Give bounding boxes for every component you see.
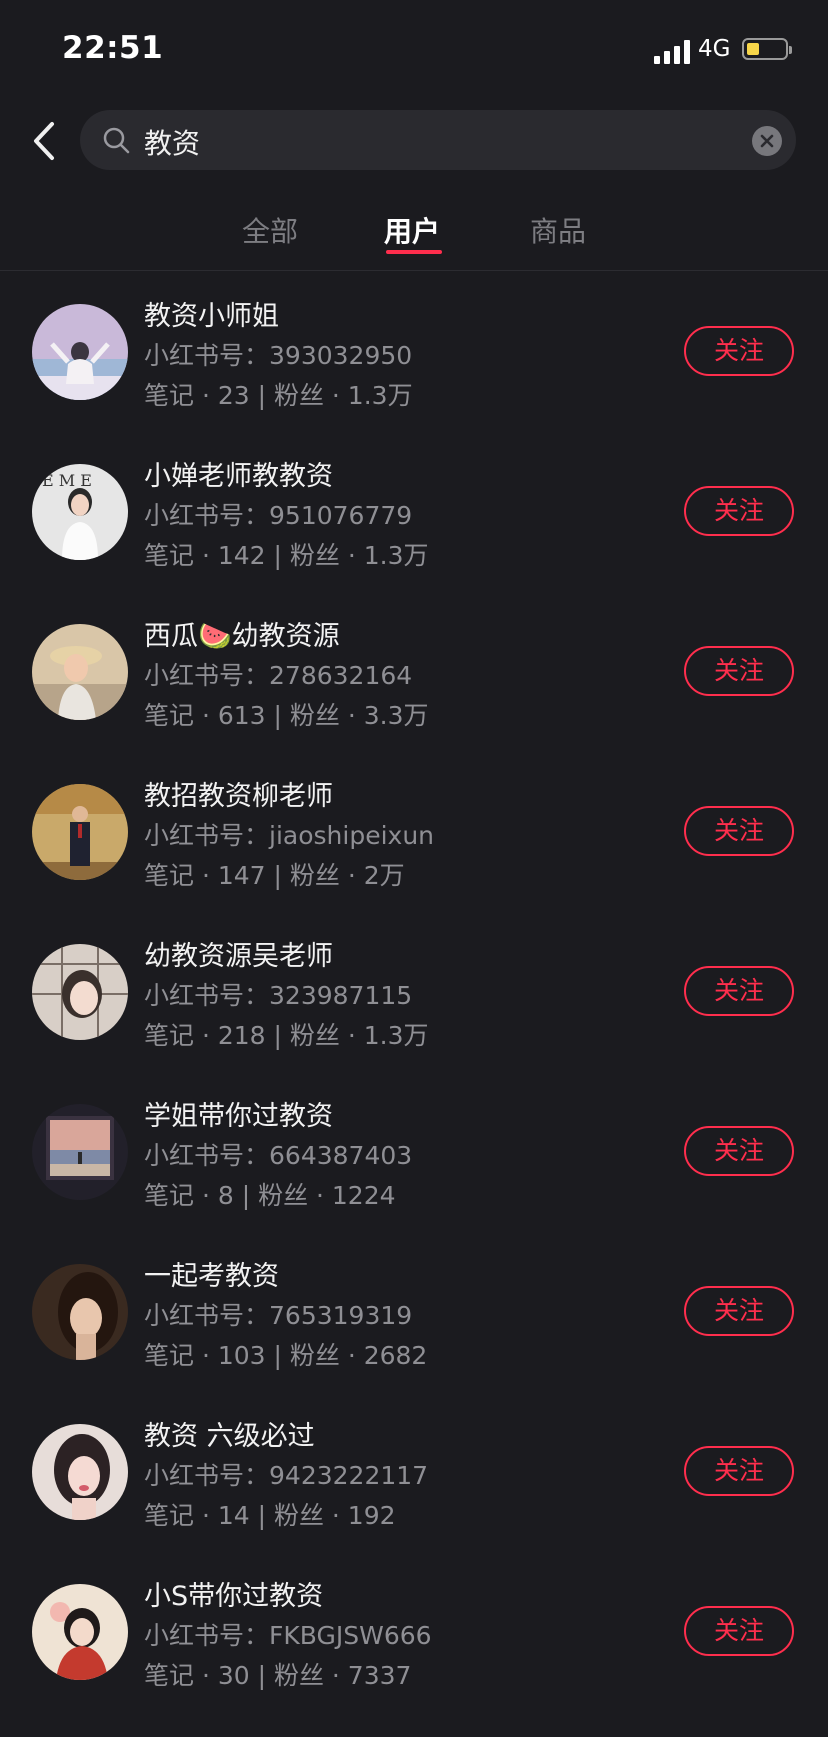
follow-button[interactable]: 关注 (684, 806, 794, 856)
avatar[interactable] (32, 1424, 128, 1520)
user-name: 教资小师姐 (144, 301, 279, 332)
active-tab-indicator (386, 250, 442, 254)
follow-button[interactable]: 关注 (684, 1286, 794, 1336)
network-type: 4G (698, 36, 731, 62)
svg-text:E M E: E M E (42, 471, 92, 490)
avatar[interactable]: E M E (32, 464, 128, 560)
user-stats: 笔记 · 218 | 粉丝 · 1.3万 (144, 1021, 429, 1050)
user-id-line: 小红书号：393032950 (144, 341, 413, 370)
user-name: 小S带你过教资 (144, 1581, 324, 1612)
user-name: 一起考教资 (144, 1261, 279, 1292)
signal-icon (654, 40, 690, 64)
user-list: 教资小师姐 小红书号：393032950 笔记 · 23 | 粉丝 · 1.3万… (0, 272, 828, 1712)
user-stats: 笔记 · 23 | 粉丝 · 1.3万 (144, 381, 413, 410)
user-stats: 笔记 · 147 | 粉丝 · 2万 (144, 861, 405, 890)
avatar[interactable] (32, 944, 128, 1040)
avatar[interactable] (32, 1264, 128, 1360)
user-row[interactable]: 幼教资源吴老师 小红书号：323987115 笔记 · 218 | 粉丝 · 1… (0, 912, 828, 1072)
user-stats: 笔记 · 14 | 粉丝 · 192 (144, 1501, 396, 1530)
user-stats: 笔记 · 103 | 粉丝 · 2682 (144, 1341, 428, 1370)
status-time: 22:51 (62, 30, 164, 66)
user-id-line: 小红书号：664387403 (144, 1141, 413, 1170)
follow-button[interactable]: 关注 (684, 1606, 794, 1656)
search-icon (102, 126, 130, 154)
avatar[interactable] (32, 1584, 128, 1680)
user-id-line: 小红书号：951076779 (144, 501, 413, 530)
tab-all[interactable]: 全部 (242, 210, 298, 250)
user-row[interactable]: 一起考教资 小红书号：765319319 笔记 · 103 | 粉丝 · 268… (0, 1232, 828, 1392)
back-icon[interactable] (28, 118, 68, 164)
avatar[interactable] (32, 624, 128, 720)
follow-button[interactable]: 关注 (684, 966, 794, 1016)
status-bar: 22:51 4G (0, 0, 828, 100)
user-name: 教招教资柳老师 (144, 781, 333, 812)
user-id-line: 小红书号：FKBGJSW666 (144, 1621, 432, 1650)
user-row[interactable]: 小S带你过教资 小红书号：FKBGJSW666 笔记 · 30 | 粉丝 · 7… (0, 1552, 828, 1712)
user-stats: 笔记 · 8 | 粉丝 · 1224 (144, 1181, 396, 1210)
follow-button[interactable]: 关注 (684, 326, 794, 376)
follow-button[interactable]: 关注 (684, 646, 794, 696)
user-name: 幼教资源吴老师 (144, 941, 333, 972)
user-stats: 笔记 · 613 | 粉丝 · 3.3万 (144, 701, 429, 730)
tab-users[interactable]: 用户 (384, 210, 440, 250)
user-name: 西瓜🍉幼教资源 (144, 621, 340, 652)
follow-button[interactable]: 关注 (684, 486, 794, 536)
battery-icon (742, 38, 792, 60)
user-row[interactable]: E M E 小婵老师教教资 小红书号：951076779 笔记 · 142 | … (0, 432, 828, 592)
user-id-line: 小红书号：jiaoshipeixun (144, 821, 435, 850)
user-row[interactable]: 西瓜🍉幼教资源 小红书号：278632164 笔记 · 613 | 粉丝 · 3… (0, 592, 828, 752)
follow-button[interactable]: 关注 (684, 1446, 794, 1496)
avatar[interactable] (32, 1104, 128, 1200)
user-id-line: 小红书号：323987115 (144, 981, 413, 1010)
user-stats: 笔记 · 30 | 粉丝 · 7337 (144, 1661, 412, 1690)
user-stats: 笔记 · 142 | 粉丝 · 1.3万 (144, 541, 429, 570)
user-row[interactable]: 教资小师姐 小红书号：393032950 笔记 · 23 | 粉丝 · 1.3万… (0, 272, 828, 432)
avatar[interactable] (32, 304, 128, 400)
clear-icon[interactable] (752, 126, 782, 156)
user-id-line: 小红书号：9423222117 (144, 1461, 429, 1490)
search-input[interactable]: 教资 (80, 110, 796, 170)
user-name: 学姐带你过教资 (144, 1101, 333, 1132)
divider (0, 270, 828, 271)
tab-products[interactable]: 商品 (530, 210, 586, 250)
user-row[interactable]: 教招教资柳老师 小红书号：jiaoshipeixun 笔记 · 147 | 粉丝… (0, 752, 828, 912)
tab-bar: 全部 用户 商品 (0, 196, 828, 270)
user-id-line: 小红书号：278632164 (144, 661, 413, 690)
user-row[interactable]: 学姐带你过教资 小红书号：664387403 笔记 · 8 | 粉丝 · 122… (0, 1072, 828, 1232)
user-id-line: 小红书号：765319319 (144, 1301, 413, 1330)
follow-button[interactable]: 关注 (684, 1126, 794, 1176)
user-row[interactable]: 教资 六级必过 小红书号：9423222117 笔记 · 14 | 粉丝 · 1… (0, 1392, 828, 1552)
search-query[interactable]: 教资 (144, 122, 200, 162)
user-name: 小婵老师教教资 (144, 461, 333, 492)
avatar[interactable] (32, 784, 128, 880)
user-name: 教资 六级必过 (144, 1421, 315, 1452)
